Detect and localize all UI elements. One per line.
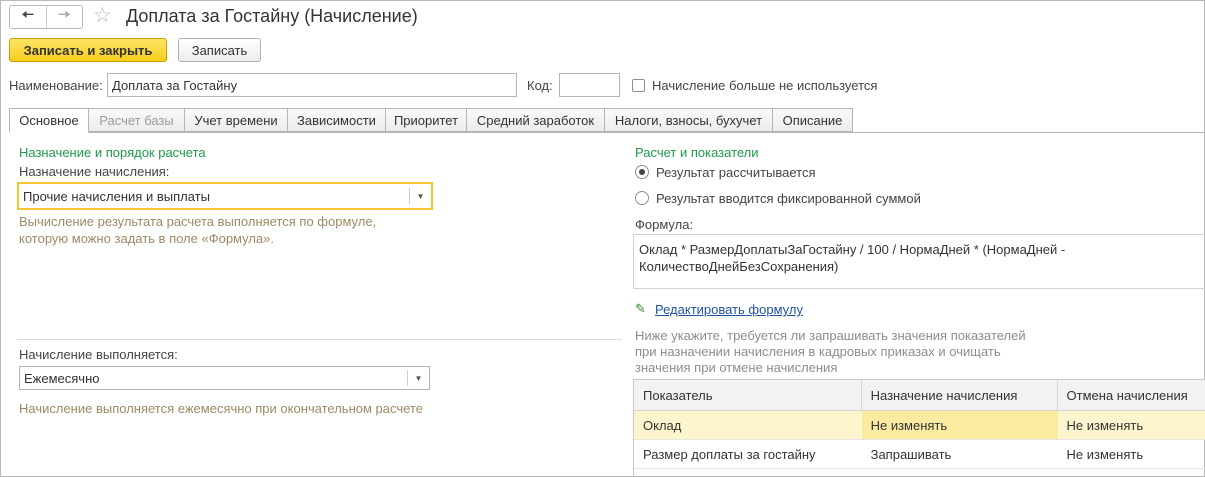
- purpose-select[interactable]: Прочие начисления и выплаты ▼: [17, 182, 433, 210]
- perform-label: Начисление выполняется:: [19, 347, 178, 362]
- unused-label: Начисление больше не используется: [652, 78, 878, 93]
- section-divider: [17, 339, 622, 340]
- indicators-table: Показатель Назначение начисления Отмена …: [633, 379, 1205, 476]
- tab-taxes[interactable]: Налоги, взносы, бухучет: [604, 108, 773, 132]
- perform-hint: Начисление выполняется ежемесячно при ок…: [19, 401, 423, 416]
- tab-main[interactable]: Основное: [9, 108, 89, 133]
- purpose-hint-line2: которую можно задать в поле «Формула».: [19, 231, 275, 246]
- tab-time-accounting[interactable]: Учет времени: [184, 108, 288, 132]
- tab-average-earnings[interactable]: Средний заработок: [466, 108, 605, 132]
- column-header-indicator[interactable]: Показатель: [634, 380, 862, 410]
- radio-calculated[interactable]: [635, 165, 649, 179]
- forward-arrow-icon[interactable]: 🠆: [45, 6, 83, 28]
- radio-calculated-label: Результат рассчитывается: [656, 165, 816, 180]
- nav-buttons: 🠄 🠆: [9, 5, 83, 29]
- column-header-assignment[interactable]: Назначение начисления: [862, 380, 1058, 410]
- table-header-row: Показатель Назначение начисления Отмена …: [634, 380, 1205, 411]
- code-label: Код:: [527, 78, 553, 93]
- tab-description[interactable]: Описание: [772, 108, 853, 132]
- tab-bar: Основное Расчет базы Учет времени Зависи…: [9, 108, 853, 133]
- tab-dependencies[interactable]: Зависимости: [287, 108, 386, 132]
- purpose-select-value: Прочие начисления и выплаты: [23, 188, 210, 204]
- back-arrow-icon[interactable]: 🠄: [10, 6, 46, 28]
- unused-checkbox[interactable]: [632, 79, 645, 92]
- radio-fixed-sum[interactable]: [635, 191, 649, 205]
- pencil-icon: ✎: [635, 301, 646, 316]
- radio-fixed-sum-label: Результат вводится фиксированной суммой: [656, 191, 921, 206]
- column-header-cancellation[interactable]: Отмена начисления: [1058, 380, 1205, 410]
- purpose-label: Назначение начисления:: [19, 164, 170, 179]
- table-row[interactable]: Оклад Не изменять Не изменять: [634, 411, 1205, 440]
- calc-section-title: Расчет и показатели: [635, 145, 759, 160]
- indicators-note-line1: Ниже укажите, требуется ли запрашивать з…: [635, 328, 1026, 343]
- save-and-close-button[interactable]: Записать и закрыть: [9, 38, 167, 62]
- formula-textarea[interactable]: Оклад * РазмерДоплатыЗаГостайну / 100 / …: [633, 234, 1205, 289]
- formula-line1: Оклад * РазмерДоплатыЗаГостайну / 100 / …: [639, 242, 1066, 257]
- name-input[interactable]: Доплата за Гостайну: [107, 73, 517, 97]
- perform-select[interactable]: Ежемесячно ▼: [19, 366, 430, 390]
- name-label: Наименование:: [9, 78, 103, 93]
- chevron-down-icon[interactable]: ▼: [408, 374, 429, 383]
- table-row[interactable]: Размер доплаты за гостайну Запрашивать Н…: [634, 440, 1205, 469]
- tab-priority[interactable]: Приоритет: [385, 108, 467, 132]
- perform-select-value: Ежемесячно: [24, 370, 100, 386]
- table-cell-indicator[interactable]: Размер доплаты за гостайну: [634, 440, 862, 468]
- formula-line2: КоличествоДнейБезСохранения): [639, 259, 839, 274]
- tab-base-calc[interactable]: Расчет базы: [88, 108, 185, 132]
- chevron-down-icon[interactable]: ▼: [410, 192, 431, 201]
- purpose-section-title: Назначение и порядок расчета: [19, 145, 206, 160]
- table-cell-indicator[interactable]: Оклад: [634, 411, 862, 439]
- save-button[interactable]: Записать: [178, 38, 261, 62]
- window-title: Доплата за Гостайну (Начисление): [126, 6, 418, 26]
- code-input[interactable]: [559, 73, 620, 97]
- table-cell-assignment[interactable]: Не изменять: [861, 411, 1058, 439]
- formula-label: Формула:: [635, 217, 694, 232]
- table-cell-cancellation[interactable]: Не изменять: [1058, 411, 1205, 439]
- favorite-star-icon[interactable]: ☆: [93, 4, 112, 28]
- table-cell-assignment[interactable]: Запрашивать: [862, 440, 1058, 468]
- indicators-note-line3: значения при отмене начисления: [635, 360, 838, 375]
- indicators-note-line2: при назначении начисления в кадровых при…: [635, 344, 1001, 359]
- purpose-hint-line1: Вычисление результата расчета выполняетс…: [19, 214, 377, 229]
- table-cell-cancellation[interactable]: Не изменять: [1058, 440, 1205, 468]
- edit-formula-link[interactable]: Редактировать формулу: [655, 302, 803, 317]
